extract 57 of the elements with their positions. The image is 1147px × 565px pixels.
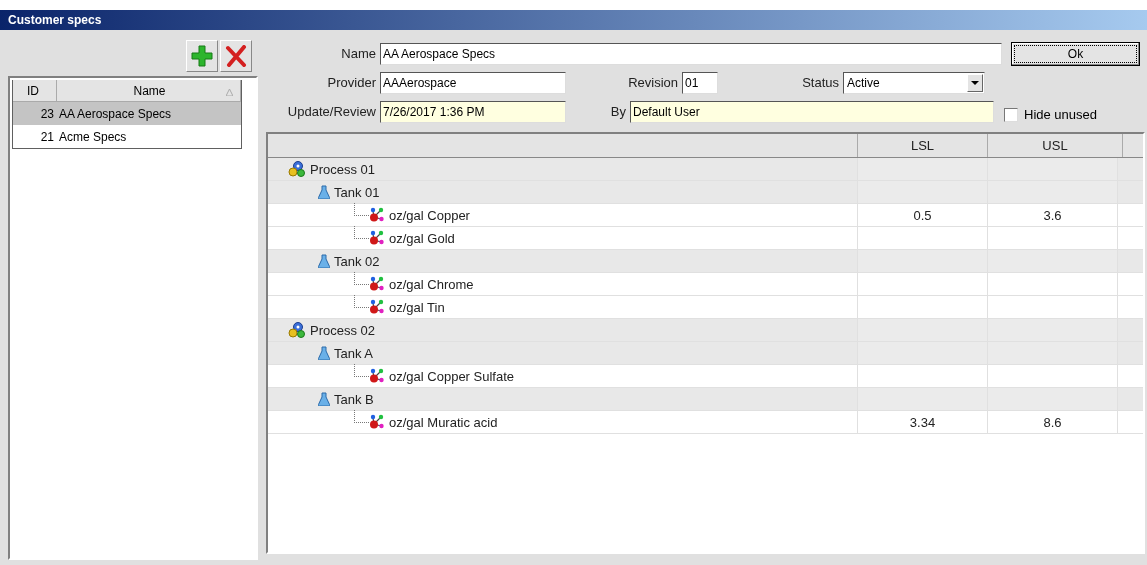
field-label: Status <box>801 75 840 90</box>
name-field[interactable]: AA Aerospace Specs <box>380 42 1002 65</box>
table-cell-text: 21 <box>39 128 55 146</box>
column-header[interactable]: USL <box>988 134 1123 157</box>
gears-icon <box>288 322 306 338</box>
tree-item[interactable]: oz/gal Copper Sulfate <box>389 368 515 384</box>
checkbox-label: Hide unused <box>1024 107 1097 122</box>
dropdown-arrow-icon <box>971 80 979 85</box>
add-button[interactable] <box>186 40 218 72</box>
table-cell-text: 23 <box>39 105 55 123</box>
table-cell: 3.34 <box>909 414 936 430</box>
tree-item[interactable]: Tank 01 <box>334 184 380 200</box>
status-dropdown[interactable]: Active <box>843 71 985 94</box>
tree-item[interactable]: oz/gal Gold <box>389 230 455 246</box>
window-title: Customer specs <box>8 13 102 27</box>
tree-item[interactable]: oz/gal Muratic acid <box>389 414 498 430</box>
table-cell: 0.5 <box>913 207 932 223</box>
molecule-icon <box>369 207 385 223</box>
update-field[interactable]: 7/26/2017 1:36 PM <box>380 100 566 123</box>
molecule-icon <box>369 414 385 430</box>
tree-item[interactable]: Process 02 <box>310 322 376 338</box>
molecule-icon <box>369 299 385 315</box>
tree-item[interactable]: oz/gal Tin <box>389 299 445 315</box>
molecule-icon <box>369 368 385 384</box>
field-label: Update/Review <box>286 104 377 119</box>
tree-item[interactable]: Tank 02 <box>334 253 380 269</box>
close-icon <box>225 45 247 67</box>
flask-icon <box>318 254 330 268</box>
checkbox[interactable] <box>1004 107 1018 122</box>
column-header[interactable]: LSL <box>858 134 988 157</box>
ok-button[interactable]: Ok <box>1011 41 1140 66</box>
flask-icon <box>318 185 330 199</box>
list-row[interactable]: 23 AA Aerospace Specs <box>13 102 241 125</box>
flask-icon <box>318 346 330 360</box>
sort-icon <box>226 89 233 96</box>
field-label: Name <box>340 46 377 61</box>
tree-item[interactable]: Tank A <box>334 345 374 361</box>
molecule-icon <box>369 276 385 292</box>
delete-button[interactable] <box>220 40 252 72</box>
tree-item[interactable]: Process 01 <box>310 161 376 177</box>
by-field[interactable]: Default User <box>630 100 994 123</box>
table-cell: 8.6 <box>1043 414 1062 430</box>
field-label: Revision <box>627 75 679 90</box>
field-label: By <box>609 104 627 119</box>
tree-item[interactable]: oz/gal Chrome <box>389 276 474 292</box>
table-cell-text: Acme Specs <box>58 128 128 146</box>
provider-field[interactable]: AAAerospace <box>380 71 566 94</box>
plus-icon <box>191 45 213 67</box>
table-cell-text: AA Aerospace Specs <box>58 105 173 123</box>
gears-icon <box>288 161 306 177</box>
field-label: Provider <box>326 75 377 90</box>
flask-icon <box>318 392 330 406</box>
tree-item[interactable]: Tank B <box>334 391 374 407</box>
molecule-icon <box>369 230 385 246</box>
revision-field[interactable]: 01 <box>682 71 718 94</box>
table-cell: 3.6 <box>1043 207 1062 223</box>
tree-item[interactable]: oz/gal Copper <box>389 207 470 223</box>
